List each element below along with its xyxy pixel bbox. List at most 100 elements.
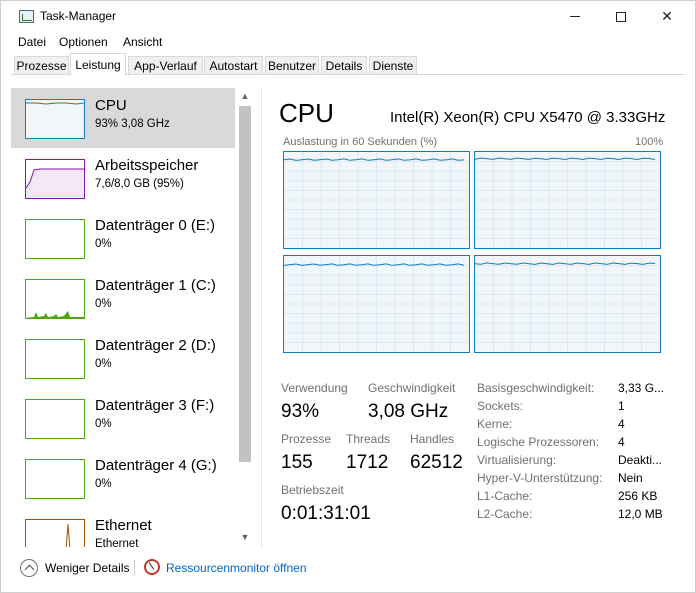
perf-item-memory[interactable]: Arbeitsspeicher 7,6/8,0 GB (95%) <box>11 148 235 208</box>
prop-value: Deakti... <box>618 453 663 467</box>
tab-dienste[interactable]: Dienste <box>369 56 417 75</box>
usage-label: Verwendung <box>281 381 348 395</box>
processes-value: 155 <box>281 452 313 473</box>
perf-item-title: CPU <box>95 97 127 114</box>
perf-item-title: Datenträger 3 (F:) <box>95 397 215 414</box>
prop-value: Nein <box>618 471 643 485</box>
perf-item-subtitle: 0% <box>95 358 112 370</box>
tab-details[interactable]: Details <box>321 56 367 75</box>
perf-item-disk-0[interactable]: Datenträger 0 (E:) 0% <box>11 208 235 268</box>
maximize-button[interactable] <box>598 1 644 32</box>
menu-datei[interactable]: Datei <box>18 35 46 49</box>
core-graph-svg <box>283 256 469 352</box>
close-button[interactable]: ✕ <box>644 1 690 32</box>
graph-max-label: 100% <box>635 136 664 148</box>
uptime-label: Betriebszeit <box>281 483 344 497</box>
prop-value: 3,33 G... <box>618 381 665 395</box>
resource-monitor-icon[interactable] <box>144 559 160 575</box>
disk-0-thumbnail <box>25 219 85 259</box>
window-title: Task-Manager <box>40 9 117 23</box>
task-manager-window: Task-Manager ✕ Datei Optionen Ansicht Pr… <box>0 0 696 593</box>
menu-optionen[interactable]: Optionen <box>59 35 108 49</box>
perf-item-disk-2[interactable]: Datenträger 2 (D:) 0% <box>11 328 235 388</box>
core-graph-svg <box>283 152 469 248</box>
prop-value: 4 <box>618 417 625 431</box>
perf-item-title: Datenträger 0 (E:) <box>95 217 216 234</box>
tab-app-verlauf[interactable]: App-Verlauf <box>128 56 203 75</box>
core-graph-svg <box>474 256 660 352</box>
prop-value: 256 KB <box>618 489 658 503</box>
perf-item-title: Datenträger 2 (D:) <box>95 337 216 354</box>
threads-value: 1712 <box>346 452 389 473</box>
ethernet-thumbnail <box>25 519 85 547</box>
menu-ansicht[interactable]: Ansicht <box>123 35 162 49</box>
tab-autostart[interactable]: Autostart <box>204 56 263 75</box>
perf-item-subtitle: 0% <box>95 238 112 250</box>
perf-item-subtitle: 0% <box>95 478 112 490</box>
perf-item-title: Ethernet <box>95 517 152 534</box>
scroll-up-icon[interactable]: ▲ <box>237 88 253 104</box>
prop-value: 12,0 MB <box>618 507 663 521</box>
fewer-details-button[interactable]: Weniger Details <box>45 561 129 575</box>
cpu-usage-line <box>474 157 656 161</box>
tab-leistung[interactable]: Leistung <box>70 53 126 76</box>
footer: Weniger Details Ressourcenmonitor öffnen <box>1 554 695 593</box>
core-graph-0 <box>283 151 470 249</box>
perf-item-disk-4[interactable]: Datenträger 4 (G:) 0% <box>11 448 235 508</box>
cpu-model: Intel(R) Xeon(R) CPU X5470 @ 3.33GHz <box>390 109 666 126</box>
perf-item-disk-3[interactable]: Datenträger 3 (F:) 0% <box>11 388 235 448</box>
prop-key: Kerne: <box>477 417 513 431</box>
usage-value: 93% <box>281 401 320 422</box>
cpu-heading: CPU <box>279 98 334 128</box>
chevron-up-icon[interactable] <box>20 559 38 577</box>
resource-monitor-link[interactable]: Ressourcenmonitor öffnen <box>166 561 307 575</box>
cpu-usage-line <box>283 158 465 161</box>
scroll-down-icon[interactable]: ▼ <box>237 529 253 545</box>
pane-divider <box>261 88 262 547</box>
threads-label: Threads <box>346 432 391 446</box>
footer-separator <box>134 560 135 576</box>
prop-key: Virtualisierung: <box>477 453 557 467</box>
perf-item-disk-1[interactable]: Datenträger 1 (C:) 0% <box>11 268 235 328</box>
uptime-value: 0:01:31:01 <box>281 503 371 524</box>
disk-4-thumbnail <box>25 459 85 499</box>
menu-bar: Datei Optionen Ansicht <box>1 32 695 52</box>
perf-item-subtitle: 93% 3,08 GHz <box>95 118 170 130</box>
list-scrollbar[interactable]: ▲ ▼ <box>237 88 253 547</box>
perf-item-cpu[interactable]: CPU 93% 3,08 GHz <box>11 88 235 148</box>
prop-value: 4 <box>618 435 625 449</box>
prop-key: Sockets: <box>477 399 524 413</box>
prop-key: Logische Prozessoren: <box>477 435 600 449</box>
prop-value: 1 <box>618 399 625 413</box>
perf-item-subtitle: 7,6/8,0 GB (95%) <box>95 178 184 190</box>
speed-value: 3,08 GHz <box>368 401 449 422</box>
core-graph-svg <box>474 152 660 248</box>
perf-item-ethernet[interactable]: Ethernet Ethernet <box>11 508 235 547</box>
handles-value: 62512 <box>410 452 463 473</box>
graph-label: Auslastung in 60 Sekunden (%) <box>283 136 438 148</box>
memory-thumbnail <box>25 159 85 199</box>
title-bar: Task-Manager ✕ <box>1 1 695 32</box>
task-manager-icon <box>19 10 34 23</box>
disk-1-thumbnail <box>25 279 85 319</box>
core-graph-1 <box>474 151 661 249</box>
minimize-button[interactable] <box>552 1 598 32</box>
scroll-thumb[interactable] <box>239 106 251 462</box>
perf-item-title: Datenträger 1 (C:) <box>95 277 216 294</box>
core-graph-3 <box>474 255 661 353</box>
perf-item-subtitle: Ethernet <box>95 538 139 547</box>
speed-label: Geschwindigkeit <box>368 381 456 395</box>
performance-list: CPU 93% 3,08 GHz Arbeitsspeicher 7,6/8,0… <box>11 88 255 547</box>
prop-key: Hyper-V-Unterstützung: <box>477 471 603 485</box>
maximize-icon <box>616 11 626 22</box>
tab-prozesse[interactable]: Prozesse <box>14 56 69 75</box>
prop-key: L1-Cache: <box>477 489 533 503</box>
cpu-usage-line <box>474 262 656 265</box>
tab-benutzer[interactable]: Benutzer <box>265 56 319 75</box>
minimize-icon <box>570 16 580 17</box>
processes-label: Prozesse <box>281 432 332 446</box>
prop-key: L2-Cache: <box>477 507 533 521</box>
perf-item-subtitle: 0% <box>95 298 112 310</box>
perf-item-title: Datenträger 4 (G:) <box>95 457 217 474</box>
handles-label: Handles <box>410 432 455 446</box>
